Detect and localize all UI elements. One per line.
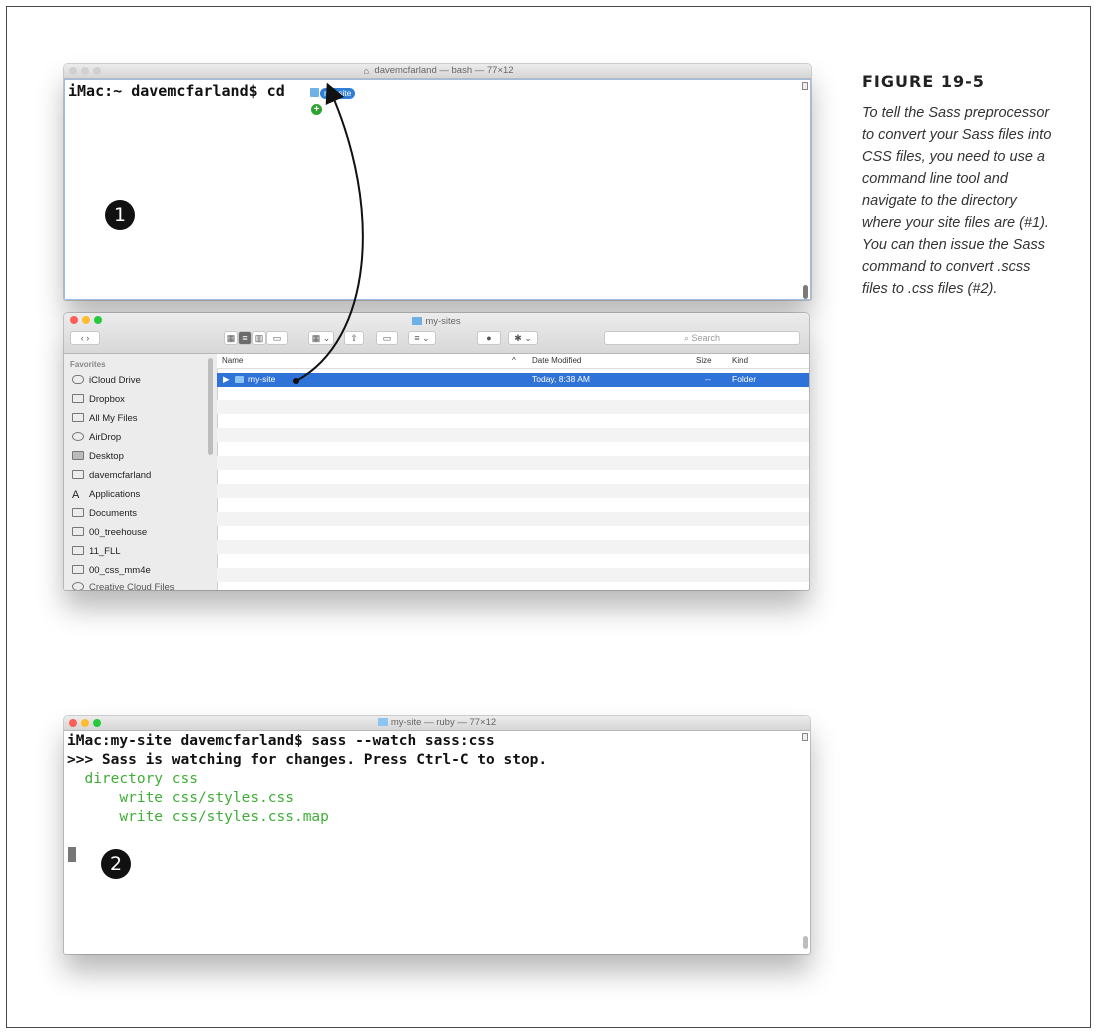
terminal2-line: iMac:my-site davemcfarland$ sass --watch… [67, 733, 495, 749]
terminal-window-ruby: my-site — ruby — 77×12 iMac:my-site dave… [64, 716, 810, 954]
terminal2-content[interactable]: iMac:my-site davemcfarland$ sass --watch… [64, 731, 810, 954]
terminal2-title-text: my-site — ruby — 77×12 [390, 717, 497, 728]
folder-icon [377, 718, 388, 726]
terminal2-line: write css/styles.css.map [67, 809, 329, 825]
terminal2-title: my-site — ruby — 77×12 [64, 717, 810, 728]
scroll-marker-icon [802, 733, 808, 741]
terminal2-line: directory css [67, 771, 198, 787]
step-badge-2: 2 [101, 849, 131, 879]
terminal2-line: >>> Sass is watching for changes. Press … [67, 752, 548, 768]
text-cursor [68, 847, 76, 862]
scrollbar-thumb[interactable] [803, 936, 808, 949]
terminal2-line: write css/styles.css [67, 790, 294, 806]
terminal2-scrollbar[interactable] [801, 731, 810, 954]
terminal2-titlebar[interactable]: my-site — ruby — 77×12 [64, 716, 810, 731]
